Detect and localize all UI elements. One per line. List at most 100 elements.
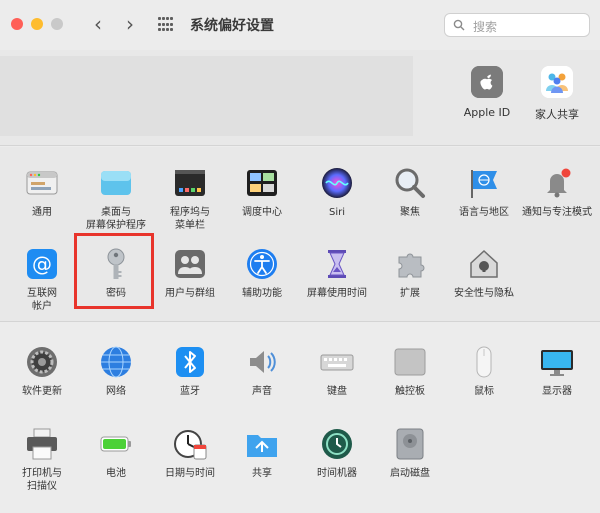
apple-id-icon (471, 66, 503, 98)
pane-label: 调度中心 (242, 207, 282, 218)
pane-language-region[interactable]: 语言与地区 (448, 166, 520, 219)
title-bar: ‹ › 系统偏好设置 搜索 (0, 0, 600, 50)
pane-label: 蓝牙 (180, 386, 200, 397)
pane-mouse[interactable]: 鼠标 (448, 345, 520, 398)
mission-control-icon (247, 170, 277, 196)
siri-icon (322, 168, 352, 198)
users-groups-icon (175, 250, 205, 278)
pane-network[interactable]: 网络 (80, 345, 152, 398)
hourglass-icon (328, 250, 346, 278)
system-preferences-window: ‹ › 系统偏好设置 搜索 Apple ID 家人共享 通用 桌面与 屏幕保护程… (0, 0, 600, 513)
search-placeholder: 搜索 (473, 20, 498, 34)
pane-sound[interactable]: 声音 (226, 345, 298, 398)
window-title: 系统偏好设置 (190, 18, 274, 34)
pane-startup-disk[interactable]: 启动磁盘 (374, 427, 446, 480)
pane-label: 时间机器 (317, 468, 357, 479)
internet-accounts-icon: @ (27, 249, 57, 279)
account-strip: Apple ID 家人共享 (0, 50, 600, 146)
pane-printers-scanners[interactable]: 打印机与 扫描仪 (6, 427, 78, 493)
keyboard-icon (320, 354, 354, 371)
apple-id-label: Apple ID (463, 106, 511, 119)
pane-label: 鼠标 (474, 386, 494, 397)
pane-label: 屏幕使用时间 (307, 288, 367, 299)
pane-label: 扩展 (400, 288, 420, 299)
clock-calendar-icon (174, 430, 207, 460)
pane-label: 共享 (252, 468, 272, 479)
pane-bluetooth[interactable]: 蓝牙 (154, 345, 226, 398)
pane-date-time[interactable]: 日期与时间 (154, 427, 226, 480)
minimize-window-button[interactable] (31, 18, 43, 30)
pane-label: Siri (328, 207, 345, 218)
house-lock-icon (470, 249, 498, 278)
close-window-button[interactable] (11, 18, 23, 30)
dock-icon (175, 170, 205, 196)
battery-icon (100, 436, 131, 452)
pane-label: 显示器 (542, 386, 572, 397)
pane-label: 触控板 (395, 386, 425, 397)
pane-dock-menubar[interactable]: 程序坞与 菜单栏 (154, 166, 226, 232)
pane-users-groups[interactable]: 用户与群组 (154, 247, 226, 300)
time-machine-icon (322, 429, 352, 459)
apple-id-pane[interactable]: Apple ID (452, 66, 522, 119)
spotlight-icon (395, 168, 425, 198)
search-field[interactable]: 搜索 (444, 13, 590, 37)
pane-label: 语言与地区 (459, 207, 509, 218)
pane-siri[interactable]: Siri (301, 166, 373, 219)
pane-label: 聚焦 (400, 207, 420, 218)
pane-desktop-screensaver[interactable]: 桌面与 屏幕保护程序 (80, 166, 152, 232)
pane-trackpad[interactable]: 触控板 (374, 345, 446, 398)
pane-notifications-focus[interactable]: 通知与专注模式 (521, 166, 593, 219)
pane-label: 打印机与 扫描仪 (22, 468, 62, 492)
account-info-area (0, 56, 413, 136)
globe-icon (101, 346, 131, 378)
pane-label: 声音 (252, 386, 272, 397)
pane-general[interactable]: 通用 (6, 166, 78, 219)
accessibility-icon (247, 249, 277, 279)
pane-label: 桌面与 屏幕保护程序 (86, 207, 146, 231)
family-sharing-icon (541, 66, 573, 98)
show-all-grid-icon[interactable] (158, 17, 174, 33)
pane-sharing[interactable]: 共享 (226, 427, 298, 480)
passwords-highlight-box (74, 233, 154, 309)
pane-software-update[interactable]: 软件更新 (6, 345, 78, 398)
pane-battery[interactable]: 电池 (80, 427, 152, 480)
pane-label: 启动磁盘 (390, 468, 430, 479)
pane-label: 用户与群组 (165, 288, 215, 299)
family-sharing-pane[interactable]: 家人共享 (522, 66, 592, 122)
display-icon (541, 350, 573, 376)
pane-screen-time[interactable]: 屏幕使用时间 (301, 247, 373, 300)
pane-label: 辅助功能 (242, 288, 282, 299)
back-chevron-icon[interactable]: ‹ (88, 13, 108, 35)
hard-disk-icon (396, 428, 424, 460)
trackpad-icon (394, 348, 426, 376)
search-icon (453, 19, 465, 31)
forward-chevron-icon[interactable]: › (120, 13, 140, 35)
pane-label: 通用 (32, 207, 52, 218)
zoom-window-button[interactable] (51, 18, 63, 30)
pane-label: 通知与专注模式 (522, 207, 592, 218)
pane-label: 软件更新 (22, 386, 62, 397)
gear-icon (27, 347, 57, 377)
family-sharing-label: 家人共享 (535, 108, 579, 121)
mouse-icon (476, 346, 492, 378)
pane-mission-control[interactable]: 调度中心 (226, 166, 298, 219)
speaker-icon (250, 351, 276, 373)
pane-label: 网络 (106, 386, 126, 397)
pane-spotlight[interactable]: 聚焦 (374, 166, 446, 219)
pane-security-privacy[interactable]: 安全性与隐私 (448, 247, 520, 300)
pane-extensions[interactable]: 扩展 (374, 247, 446, 300)
pane-time-machine[interactable]: 时间机器 (301, 427, 373, 480)
notifications-icon (547, 168, 571, 198)
folder-share-icon (247, 435, 277, 457)
puzzle-icon (398, 253, 425, 278)
general-icon (26, 171, 58, 195)
bluetooth-icon (176, 347, 204, 377)
printer-icon (27, 428, 57, 460)
pane-displays[interactable]: 显示器 (521, 345, 593, 398)
preferences-section-hardware: 软件更新 网络 蓝牙 声音 键盘 触控板 鼠标 显示器 打印机与 扫描仪 电池 … (0, 323, 600, 513)
desktop-icon (101, 171, 131, 195)
pane-internet-accounts[interactable]: @ 互联网 帐户 (6, 247, 78, 313)
pane-keyboard[interactable]: 键盘 (301, 345, 373, 398)
pane-accessibility[interactable]: 辅助功能 (226, 247, 298, 300)
pane-label: 键盘 (327, 386, 347, 397)
